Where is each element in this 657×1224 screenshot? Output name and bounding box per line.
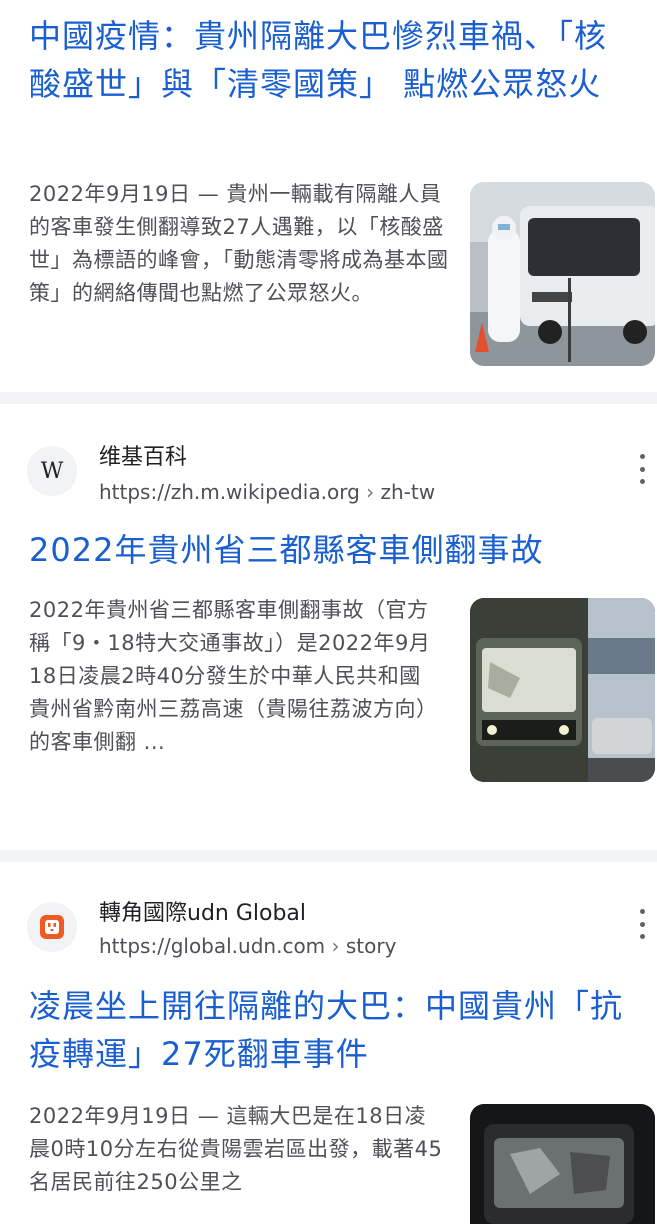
snippet-date: 2022年9月19日 bbox=[29, 1104, 191, 1128]
dark-bus-photo-icon bbox=[470, 1104, 655, 1224]
result-snippet: 2022年9月19日 — 這輛大巴是在18日凌晨0時10分左右從貴陽雲岩區出發，… bbox=[29, 1100, 444, 1200]
result-divider bbox=[0, 850, 657, 862]
path-separator: › bbox=[366, 480, 375, 504]
result-divider bbox=[0, 392, 657, 404]
result-title-link[interactable]: 中國疫情：貴州隔離大巴慘烈車禍、「核酸盛世」與「清零國策」 點燃公眾怒火 bbox=[29, 12, 637, 108]
night-bus-photo-icon bbox=[470, 598, 655, 782]
udn-favicon-icon bbox=[27, 902, 77, 952]
bus-hazmat-photo-icon bbox=[470, 182, 655, 366]
result-snippet: 2022年9月19日 — 貴州一輛載有隔離人員的客車發生側翻導致27人遇難，以「… bbox=[29, 178, 449, 310]
result-card: W 维基百科 https://zh.m.wikipedia.org › zh-t… bbox=[0, 404, 657, 850]
site-url: https://zh.m.wikipedia.org › zh-tw bbox=[99, 480, 435, 504]
site-url: https://global.udn.com › story bbox=[99, 934, 396, 958]
wikipedia-favicon-icon: W bbox=[27, 446, 77, 496]
site-name: 轉角國際udn Global bbox=[99, 901, 307, 926]
snippet-dash: — bbox=[190, 1104, 227, 1128]
snippet-dash: — bbox=[190, 182, 227, 206]
outlet-icon bbox=[40, 915, 64, 939]
more-vert-icon[interactable] bbox=[634, 909, 650, 939]
result-thumbnail[interactable] bbox=[470, 1104, 655, 1224]
favicon-letter: W bbox=[40, 458, 64, 484]
path-separator: › bbox=[331, 934, 340, 958]
site-url-path: zh-tw bbox=[380, 480, 436, 504]
site-url-domain: https://global.udn.com bbox=[99, 934, 326, 958]
snippet-date: 2022年9月19日 bbox=[29, 182, 191, 206]
result-title-link[interactable]: 2022年貴州省三都縣客車側翻事故 bbox=[29, 526, 637, 574]
site-url-domain: https://zh.m.wikipedia.org bbox=[99, 480, 360, 504]
result-title-link[interactable]: 凌晨坐上開往隔離的大巴：中國貴州「抗疫轉運」27死翻車事件 bbox=[29, 982, 637, 1078]
result-thumbnail[interactable] bbox=[470, 182, 655, 366]
result-snippet: 2022年貴州省三都縣客車側翻事故（官方稱「9・18特大交通事故」）是2022年… bbox=[29, 598, 431, 754]
site-name: 维基百科 bbox=[99, 445, 188, 470]
more-vert-icon[interactable] bbox=[634, 454, 650, 484]
result-card: 轉角國際udn Global https://global.udn.com › … bbox=[0, 862, 657, 1224]
site-url-path: story bbox=[345, 934, 397, 958]
result-card: 中國疫情：貴州隔離大巴慘烈車禍、「核酸盛世」與「清零國策」 點燃公眾怒火 202… bbox=[0, 0, 657, 392]
result-thumbnail[interactable] bbox=[470, 598, 655, 782]
